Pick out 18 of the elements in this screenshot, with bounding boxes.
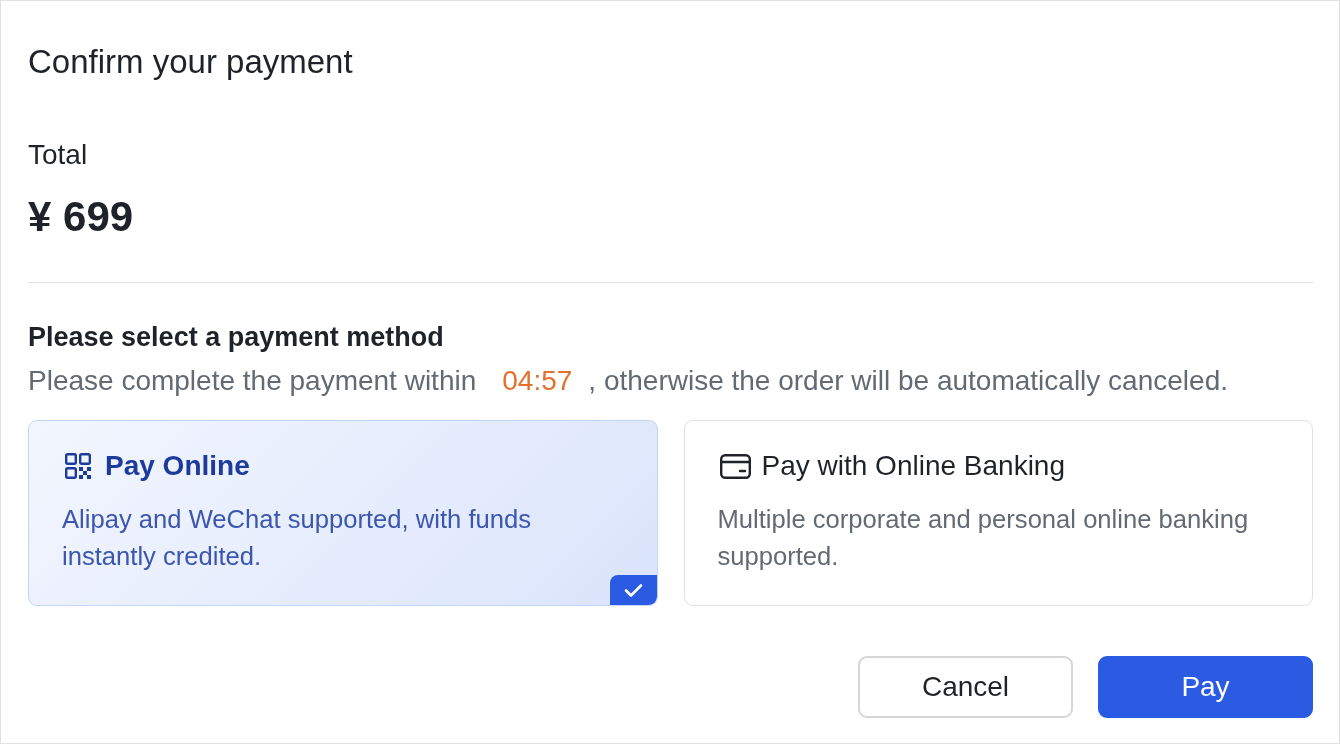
total-label: Total <box>28 138 89 172</box>
pay-button[interactable]: Pay <box>1098 656 1313 718</box>
qr-code-icon <box>65 453 91 479</box>
section-heading: Please select a payment method <box>28 321 445 354</box>
payment-option-card[interactable]: Pay Online Alipay and WeChat supported, with funds instantly credited. <box>28 420 658 606</box>
countdown-timer: 04:57 <box>502 364 573 398</box>
option-description: Alipay and WeChat supported, with funds instantly credited. <box>62 504 533 572</box>
dialog-title: Confirm your payment <box>28 42 354 82</box>
option-title: Pay with Online Banking <box>761 449 1065 483</box>
payment-option-card[interactable]: Pay with Online Banking Multiple corporate and personal online banking supported. <box>683 420 1313 606</box>
card-icon <box>719 453 751 479</box>
check-icon <box>609 575 657 605</box>
cancel-button[interactable]: Cancel <box>858 656 1073 718</box>
deadline-text-end: , otherwise the order will be automatically canceled. <box>588 364 1228 398</box>
option-title: Pay Online <box>105 449 250 483</box>
total-amount: ¥ 699 <box>28 192 135 242</box>
option-description: Multiple corporate and personal online banking supported. <box>717 504 1250 572</box>
deadline-text-start: Please complete the payment within <box>28 364 477 398</box>
